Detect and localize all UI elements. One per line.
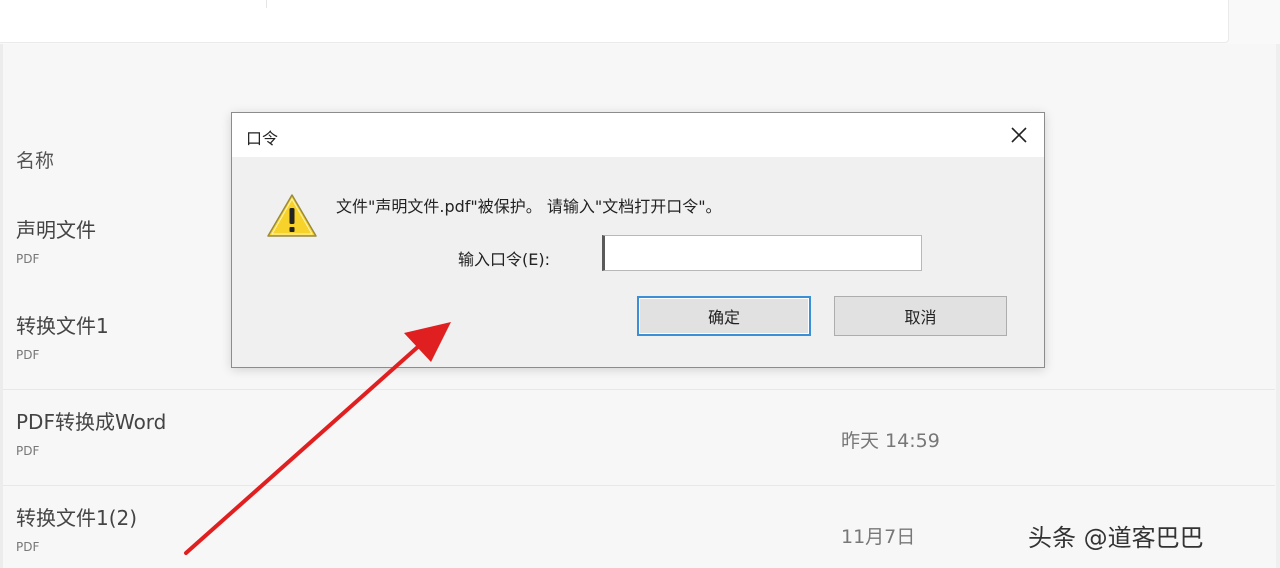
search-bar-divider bbox=[266, 0, 267, 8]
file-date: 昨天 14:59 bbox=[841, 430, 940, 452]
file-type: PDF bbox=[16, 540, 40, 554]
password-dialog: 口令 文件"声明文件.pdf"被保护。 请输入"文档打开口令"。 输入口令(E)… bbox=[231, 112, 1045, 368]
file-type: PDF bbox=[16, 252, 40, 266]
search-bar[interactable] bbox=[0, 0, 1229, 43]
ok-button[interactable]: 确定 bbox=[637, 296, 811, 336]
close-icon bbox=[1011, 127, 1027, 143]
file-browser-screen: 名称 声明文件 PDF 转换文件1 PDF PDF转换成Word PDF 昨天 … bbox=[0, 0, 1280, 568]
file-type: PDF bbox=[16, 348, 40, 362]
warning-icon bbox=[267, 194, 317, 237]
cancel-button[interactable]: 取消 bbox=[834, 296, 1007, 336]
close-button[interactable] bbox=[1002, 118, 1036, 152]
file-name: 声明文件 bbox=[16, 218, 96, 242]
file-row[interactable]: PDF转换成Word PDF 昨天 14:59 bbox=[3, 389, 1275, 484]
file-date: 11月7日 bbox=[841, 526, 916, 548]
watermark: 头条 @道客巴巴 bbox=[1028, 524, 1204, 552]
file-name: 转换文件1 bbox=[16, 314, 109, 338]
file-name: 转换文件1(2) bbox=[16, 506, 138, 530]
scrollbar-track[interactable] bbox=[1276, 44, 1280, 568]
dialog-title: 口令 bbox=[246, 129, 279, 148]
dialog-titlebar[interactable]: 口令 bbox=[232, 113, 1044, 157]
password-input[interactable] bbox=[602, 235, 922, 271]
search-bar-area bbox=[0, 0, 1280, 44]
dialog-message: 文件"声明文件.pdf"被保护。 请输入"文档打开口令"。 bbox=[336, 197, 722, 216]
file-type: PDF bbox=[16, 444, 40, 458]
file-name: PDF转换成Word bbox=[16, 410, 167, 434]
password-label: 输入口令(E): bbox=[458, 250, 550, 269]
column-header-name[interactable]: 名称 bbox=[16, 146, 54, 173]
